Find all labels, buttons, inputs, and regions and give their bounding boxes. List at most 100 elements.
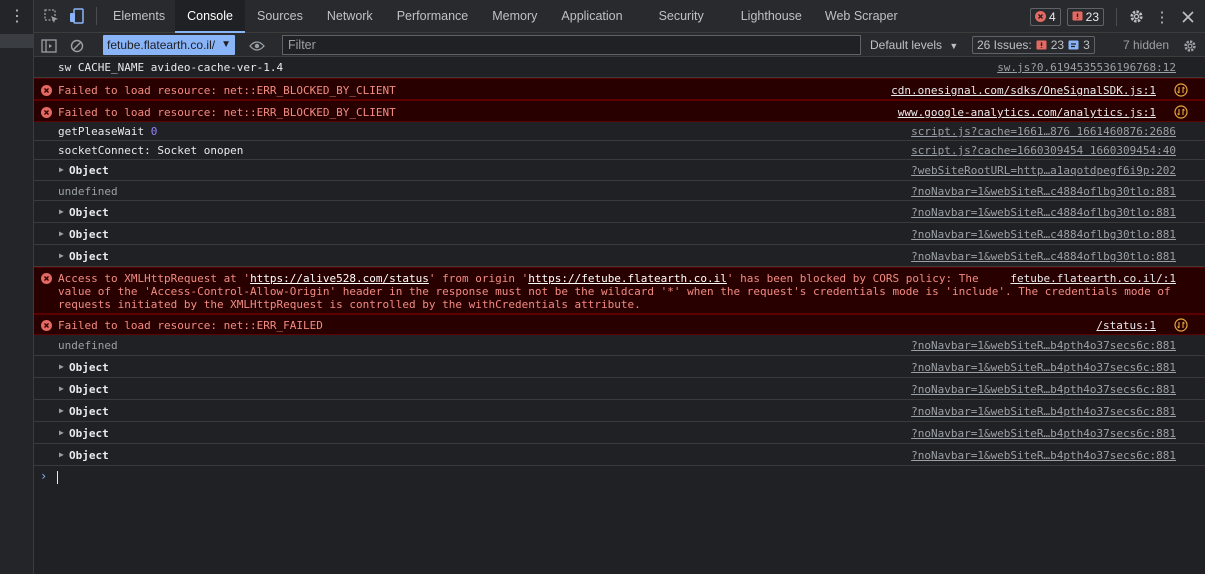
source-link[interactable]: fetube.flatearth.co.il/:1 bbox=[1010, 272, 1176, 285]
log-message-text: undefined bbox=[58, 185, 118, 198]
console-prompt[interactable]: › bbox=[34, 466, 1205, 488]
log-message-row[interactable]: ▶ Object ?noNavbar=1&webSiteR…c4884oflbg30… bbox=[34, 223, 1205, 245]
log-message-text: Failed to load resource: net::ERR_FAILED bbox=[58, 319, 323, 332]
expand-triangle-icon[interactable]: ▶ bbox=[59, 384, 64, 393]
expand-triangle-icon[interactable]: ▶ bbox=[59, 165, 64, 174]
log-levels-dropdown[interactable]: Default levels ▼ bbox=[870, 33, 958, 57]
cors-line-1: Access to XMLHttpRequest at 'https://ali… bbox=[58, 272, 1171, 285]
expand-triangle-icon[interactable]: ▶ bbox=[59, 362, 64, 371]
expand-triangle-icon[interactable]: ▶ bbox=[59, 406, 64, 415]
error-message-row: Failed to load resource: net::ERR_BLOCKE… bbox=[34, 100, 1205, 122]
log-message-row: undefined ?noNavbar=1&webSiteR…c4884oflbg… bbox=[34, 181, 1205, 201]
network-request-icon[interactable] bbox=[1174, 105, 1188, 119]
source-link[interactable]: ?noNavbar=1&webSiteR…c4884oflbg30tlo:881 bbox=[911, 185, 1176, 198]
source-link[interactable]: ?noNavbar=1&webSiteR…b4pth4o37secs6c:881 bbox=[911, 427, 1176, 440]
error-message-row: Failed to load resource: net::ERR_BLOCKE… bbox=[34, 78, 1205, 100]
tab-application[interactable]: Application bbox=[549, 0, 634, 33]
source-link[interactable]: ?webSiteRootURL=http…a1aqotdpegf6i9p:202 bbox=[911, 164, 1176, 177]
tab-elements[interactable]: Elements bbox=[103, 0, 175, 33]
issues-error-count: 23 bbox=[1050, 38, 1065, 52]
cors-error-row: Access to XMLHttpRequest at 'https://ali… bbox=[34, 267, 1205, 314]
source-link[interactable]: /status:1 bbox=[1096, 319, 1156, 332]
error-count: 4 bbox=[1048, 9, 1056, 24]
cors-error-message: Access to XMLHttpRequest at 'https://ali… bbox=[58, 272, 1171, 311]
log-message-text: Failed to load resource: net::ERR_BLOCKE… bbox=[58, 84, 396, 97]
source-link[interactable]: ?noNavbar=1&webSiteR…b4pth4o37secs6c:881 bbox=[911, 405, 1176, 418]
log-message-row[interactable]: ▶ Object ?noNavbar=1&webSiteR…c4884oflbg30… bbox=[34, 201, 1205, 223]
source-link[interactable]: ?noNavbar=1&webSiteR…c4884oflbg30tlo:881 bbox=[911, 228, 1176, 241]
log-message-row[interactable]: ▶ Object ?noNavbar=1&webSiteR…b4pth4o37sec… bbox=[34, 400, 1205, 422]
log-message-text: Object bbox=[69, 361, 109, 374]
source-link[interactable]: www.google-analytics.com/analytics.js:1 bbox=[898, 106, 1156, 119]
hidden-messages-count: 7 hidden bbox=[1123, 38, 1170, 52]
expand-triangle-icon[interactable]: ▶ bbox=[59, 251, 64, 260]
cors-line-2: value of the 'Access-Control-Allow-Origi… bbox=[58, 285, 1171, 298]
tab-security[interactable]: Security bbox=[635, 0, 728, 33]
log-message-row[interactable]: ▶ Object ?noNavbar=1&webSiteR…b4pth4o37sec… bbox=[34, 422, 1205, 444]
expand-triangle-icon[interactable]: ▶ bbox=[59, 450, 64, 459]
log-message-text: Object bbox=[69, 228, 109, 241]
issues-count-badge[interactable]: 23 bbox=[1066, 7, 1104, 26]
error-icon bbox=[41, 85, 52, 96]
cors-url-link[interactable]: https://alive528.com/status bbox=[250, 272, 429, 285]
log-message-text: getPleaseWait 0 bbox=[58, 125, 158, 138]
source-link[interactable]: ?noNavbar=1&webSiteR…b4pth4o37secs6c:881 bbox=[911, 449, 1176, 462]
customize-menu-icon[interactable]: ⋮ bbox=[1149, 0, 1175, 33]
log-message-row: undefined ?noNavbar=1&webSiteR…b4pth4o37s… bbox=[34, 335, 1205, 356]
context-selector[interactable]: fetube.flatearth.co.il/ ▼ bbox=[103, 34, 235, 55]
log-message-text: Object bbox=[69, 427, 109, 440]
log-message-row[interactable]: ▶ Object ?noNavbar=1&webSiteR…b4pth4o37sec… bbox=[34, 378, 1205, 400]
filter-input[interactable]: Filter bbox=[282, 35, 861, 55]
tab-network[interactable]: Network bbox=[315, 0, 385, 33]
source-link[interactable]: ?noNavbar=1&webSiteR…c4884oflbg30tlo:881 bbox=[911, 206, 1176, 219]
log-message-row: sw CACHE_NAME avideo-cache-ver-1.4 sw.js?… bbox=[34, 57, 1205, 78]
expand-triangle-icon[interactable]: ▶ bbox=[59, 207, 64, 216]
cors-line-3: requests initiated by the XMLHttpRequest… bbox=[58, 298, 641, 311]
divider bbox=[96, 7, 97, 25]
device-toolbar-icon[interactable] bbox=[64, 0, 90, 33]
log-message-row: socketConnect: Socket onopen script.js?ca… bbox=[34, 141, 1205, 160]
tab-sources[interactable]: Sources bbox=[245, 0, 315, 33]
log-message-row[interactable]: ▶ Object ?noNavbar=1&webSiteR…c4884oflbg30… bbox=[34, 245, 1205, 267]
source-link[interactable]: script.js?cache=1660309454 1660309454:40 bbox=[911, 144, 1176, 157]
settings-icon[interactable] bbox=[1123, 0, 1149, 33]
log-message-row[interactable]: ▶ Object ?webSiteRootURL=http…a1aqotdpegf6… bbox=[34, 160, 1205, 181]
cors-origin-link[interactable]: https://fetube.flatearth.co.il bbox=[528, 272, 727, 285]
error-icon bbox=[41, 273, 52, 284]
source-link[interactable]: cdn.onesignal.com/sdks/OneSignalSDK.js:1 bbox=[891, 84, 1156, 97]
log-message-row[interactable]: ▶ Object ?noNavbar=1&webSiteR…b4pth4o37sec… bbox=[34, 356, 1205, 378]
log-message-text: Failed to load resource: net::ERR_BLOCKE… bbox=[58, 106, 396, 119]
chevron-down-icon: ▼ bbox=[949, 41, 959, 51]
error-icon bbox=[1034, 11, 1046, 22]
inspect-element-icon[interactable] bbox=[38, 0, 64, 33]
log-number-value: 0 bbox=[150, 125, 158, 138]
network-request-icon[interactable] bbox=[1174, 318, 1188, 332]
error-count-badge[interactable]: 4 bbox=[1029, 7, 1061, 26]
source-link[interactable]: ?noNavbar=1&webSiteR…b4pth4o37secs6c:881 bbox=[911, 383, 1176, 396]
log-message-text: undefined bbox=[58, 339, 118, 352]
panel-tabs: Elements Console Sources Network Performance… bbox=[103, 0, 908, 33]
log-message-row[interactable]: ▶ Object ?noNavbar=1&webSiteR…b4pth4o37sec… bbox=[34, 444, 1205, 466]
tab-memory[interactable]: Memory bbox=[480, 0, 549, 33]
source-link[interactable]: script.js?cache=1661…876 1661460876:2686 bbox=[911, 125, 1176, 138]
expand-triangle-icon[interactable]: ▶ bbox=[59, 428, 64, 437]
tab-performance[interactable]: Performance bbox=[385, 0, 481, 33]
source-link[interactable]: ?noNavbar=1&webSiteR…b4pth4o37secs6c:881 bbox=[911, 361, 1176, 374]
source-link[interactable]: ?noNavbar=1&webSiteR…b4pth4o37secs6c:881 bbox=[911, 339, 1176, 352]
console-toolbar: fetube.flatearth.co.il/ ▼ Filter Default… bbox=[34, 33, 1205, 57]
tab-web-scraper[interactable]: Web Scraper bbox=[815, 0, 908, 33]
issue-icon bbox=[1072, 11, 1083, 21]
more-options-icon[interactable]: ⋮ bbox=[8, 6, 26, 28]
tab-console[interactable]: Console bbox=[175, 0, 245, 33]
tab-lighthouse[interactable]: Lighthouse bbox=[728, 0, 815, 33]
log-message-row: getPleaseWait 0 script.js?cache=1661…876 … bbox=[34, 122, 1205, 141]
issues-count: 23 bbox=[1085, 9, 1099, 24]
source-link[interactable]: ?noNavbar=1&webSiteR…c4884oflbg30tlo:881 bbox=[911, 250, 1176, 263]
expand-triangle-icon[interactable]: ▶ bbox=[59, 229, 64, 238]
issues-button[interactable]: 26 Issues: 23 3 bbox=[972, 33, 1095, 57]
prompt-chevron-icon: › bbox=[40, 469, 48, 483]
log-message-text: sw CACHE_NAME avideo-cache-ver-1.4 bbox=[58, 61, 284, 74]
issue-info-icon bbox=[1068, 40, 1079, 49]
network-request-icon[interactable] bbox=[1174, 83, 1188, 97]
source-link[interactable]: sw.js?0.6194535536196768:12 bbox=[997, 61, 1176, 74]
